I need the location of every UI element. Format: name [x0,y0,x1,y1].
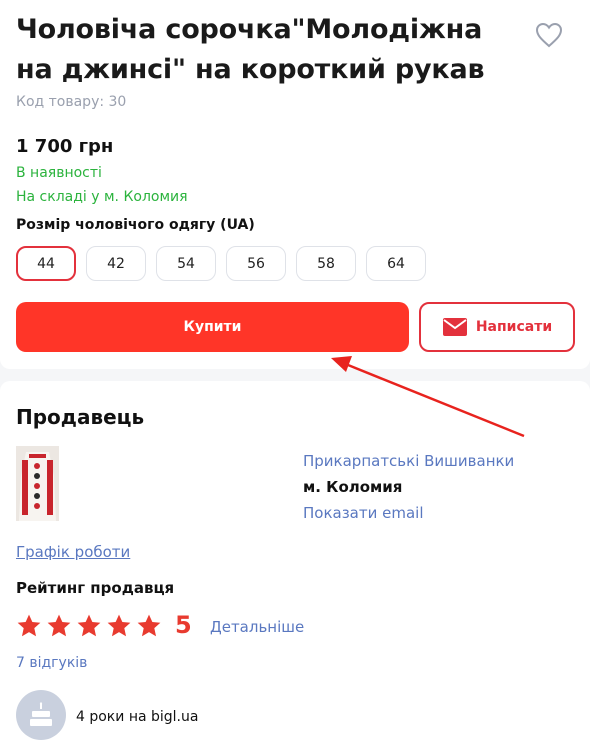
cake-icon [16,690,66,740]
size-option-54[interactable]: 54 [156,246,216,281]
rating-label: Рейтинг продавця [16,579,175,597]
product-title: Чоловіча сорочка"Молодіжна на джинсі" на… [16,14,485,85]
product-code: Код товару: 30 [16,94,127,110]
size-option-44[interactable]: 44 [16,246,76,281]
star-icon [137,614,161,637]
warehouse-location: На складі у м. Коломия [16,189,188,205]
size-selector: 44 42 54 56 58 64 [16,246,426,281]
seller-photo [16,446,59,521]
product-price: 1 700 грн [16,136,114,157]
rating-score: 5 [175,611,192,639]
show-email-link[interactable]: Показати email [303,504,424,522]
seller-heading: Продавець [16,405,145,429]
star-icon [77,614,101,637]
size-option-56[interactable]: 56 [226,246,286,281]
shop-city: м. Коломия [303,478,403,496]
size-label: Розмір чоловічого одягу (UA) [16,217,255,233]
reviews-link[interactable]: 7 відгуків [16,655,87,671]
buy-button-label: Купити [183,319,242,335]
seller-card [0,381,590,747]
star-icon [17,614,41,637]
star-icon [47,614,71,637]
mail-icon [442,318,467,336]
rating-details-link[interactable]: Детальніше [210,618,304,636]
years-on-platform: 4 роки на bigl.ua [76,709,199,725]
write-button-label: Написати [475,319,553,335]
size-option-42[interactable]: 42 [86,246,146,281]
buy-button[interactable]: Купити [16,302,409,352]
schedule-link[interactable]: Графік роботи [16,543,130,561]
rating-stars [16,613,162,639]
shop-name-link[interactable]: Прикарпатські Вишиванки [303,452,514,470]
star-icon [107,614,131,637]
availability-status: В наявності [16,165,102,181]
size-option-64[interactable]: 64 [366,246,426,281]
write-seller-button[interactable]: Написати [419,302,575,352]
heart-icon[interactable] [535,22,563,48]
size-option-58[interactable]: 58 [296,246,356,281]
